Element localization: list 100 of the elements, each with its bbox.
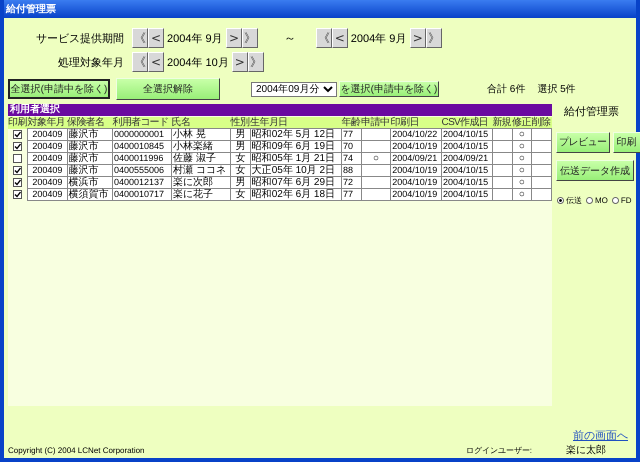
table-cell: 200409 bbox=[32, 129, 62, 139]
previous-button[interactable]: < bbox=[332, 28, 348, 48]
table-cell: 昭和02年 5月 12日 bbox=[252, 129, 336, 140]
table-cell: 2004/09/21 bbox=[443, 153, 488, 163]
panel-title: 利用者選択 bbox=[8, 104, 552, 116]
table-cell: 2004/10/19 bbox=[392, 141, 438, 151]
table-cell: 2004/10/15 bbox=[443, 141, 488, 151]
table-cell: 0000000001 bbox=[114, 129, 164, 139]
table-cell: 昭和05年 1月 21日 bbox=[252, 153, 336, 164]
table-cell: 2004/10/22 bbox=[392, 129, 438, 139]
total-count: 合計 6件 bbox=[487, 82, 526, 96]
table-cell: 佐藤 淑子 bbox=[173, 153, 216, 164]
last-button[interactable]: 》 bbox=[242, 28, 258, 48]
table-cell: ○ bbox=[518, 153, 525, 164]
table-cell: 200409 bbox=[32, 141, 62, 151]
select-all-button[interactable]: 全選択(申請中を除く) bbox=[8, 79, 110, 99]
previous-button[interactable]: < bbox=[148, 52, 164, 72]
radio-label: 伝送 bbox=[566, 195, 582, 206]
table-cell: 0400011996 bbox=[114, 153, 164, 163]
table-cell: 0400555006 bbox=[114, 165, 164, 175]
next-button[interactable]: > bbox=[232, 52, 248, 72]
table-cell: ○ bbox=[518, 177, 525, 188]
table-cell: 0400010845 bbox=[114, 141, 164, 151]
column-header: 氏名 bbox=[172, 117, 231, 128]
print-button[interactable]: 印刷 bbox=[612, 132, 640, 152]
column-header: 利用者コード bbox=[112, 117, 172, 128]
table-cell: 77 bbox=[343, 129, 354, 139]
table-cell: 70 bbox=[343, 141, 354, 151]
table-cell: ○ bbox=[518, 129, 525, 140]
month-value: 2004年 9月 bbox=[350, 32, 408, 46]
table-cell: 男 bbox=[235, 129, 246, 140]
month-value: 2004年 9月 bbox=[166, 32, 224, 46]
table-cell: 2004/10/15 bbox=[443, 165, 488, 175]
table-cell: 楽に次郎 bbox=[173, 177, 214, 188]
table-cell: 74 bbox=[343, 153, 354, 163]
table-cell: 0400010717 bbox=[114, 189, 164, 199]
next-button[interactable]: > bbox=[410, 28, 426, 48]
column-header: 保険者名 bbox=[67, 117, 112, 128]
window-title: 給付管理票 bbox=[4, 0, 636, 18]
table-cell: 横須賀市 bbox=[68, 189, 109, 200]
radio-label: MO bbox=[595, 196, 608, 205]
previous-button[interactable]: < bbox=[148, 28, 164, 48]
transmit-data-button[interactable]: 伝送データ作成 bbox=[556, 160, 634, 181]
table-cell: 楽に花子 bbox=[173, 189, 214, 200]
table-cell: 男 bbox=[235, 177, 246, 188]
table-cell: 藤沢市 bbox=[68, 129, 99, 140]
table-cell: 77 bbox=[343, 189, 354, 199]
column-header: 申請中 bbox=[361, 117, 391, 128]
table-cell: ○ bbox=[372, 153, 379, 164]
range-separator: ～ bbox=[282, 30, 297, 46]
month-value: 2004年 10月 bbox=[166, 56, 230, 70]
table-cell: 72 bbox=[343, 177, 354, 187]
table-cell: 横浜市 bbox=[68, 177, 99, 188]
side-title: 給付管理票 bbox=[563, 105, 620, 119]
table-cell: ○ bbox=[518, 141, 525, 152]
table-cell: 2004/10/19 bbox=[392, 189, 438, 199]
table-cell: ○ bbox=[518, 165, 525, 176]
table-cell: 小林楽緒 bbox=[173, 141, 214, 152]
first-button[interactable]: 《 bbox=[132, 28, 148, 48]
clear-selection-button[interactable]: 全選択解除 bbox=[116, 78, 220, 100]
table-cell: 2004/10/19 bbox=[392, 177, 438, 187]
column-header: 生年月日 bbox=[250, 117, 342, 128]
preview-button[interactable]: プレビュー bbox=[556, 132, 610, 152]
table-cell: 200409 bbox=[32, 189, 62, 199]
table-cell: 2004/10/15 bbox=[443, 189, 488, 199]
next-button[interactable]: > bbox=[226, 28, 242, 48]
month-dropdown[interactable]: 2004年09月分 bbox=[251, 82, 337, 96]
table-cell: 小林 晃 bbox=[173, 129, 206, 140]
period-label: サービス提供期間 bbox=[35, 32, 124, 46]
select-month-button[interactable]: を選択(申請中を除く) bbox=[339, 81, 439, 97]
login-user: 楽に太郎 bbox=[566, 444, 606, 457]
column-header: 印刷 bbox=[8, 117, 28, 128]
table-cell: 2004/10/15 bbox=[443, 129, 488, 139]
column-header: 修正 bbox=[512, 117, 532, 128]
table-cell: 200409 bbox=[32, 153, 62, 163]
table-cell: 200409 bbox=[32, 177, 62, 187]
first-button[interactable]: 《 bbox=[132, 52, 148, 72]
back-link[interactable]: 前の画面へ bbox=[573, 428, 628, 443]
table-cell: 藤沢市 bbox=[68, 165, 99, 176]
column-header: 新規 bbox=[492, 117, 512, 128]
last-button[interactable]: 》 bbox=[426, 28, 442, 48]
table-cell: 200409 bbox=[32, 165, 62, 175]
login-label: ログインユーザー: bbox=[466, 444, 532, 456]
table-cell: 村瀬 ココネ bbox=[173, 165, 226, 176]
processing-month-label: 処理対象年月 bbox=[57, 56, 124, 70]
table-cell: 2004/10/19 bbox=[392, 165, 438, 175]
last-button[interactable]: 》 bbox=[248, 52, 264, 72]
table-cell: 昭和09年 6月 19日 bbox=[252, 141, 336, 152]
table-cell: ○ bbox=[518, 189, 525, 200]
first-button[interactable]: 《 bbox=[316, 28, 332, 48]
table-cell: 女 bbox=[235, 153, 246, 164]
table-cell: 男 bbox=[235, 141, 246, 152]
copyright-text: Copyright (C) 2004 LCNet Corporation bbox=[8, 446, 145, 454]
table-cell: 昭和07年 6月 29日 bbox=[252, 177, 336, 188]
table-cell: 大正05年 10月 2日 bbox=[252, 165, 336, 176]
table-cell: 88 bbox=[343, 165, 354, 175]
table-cell: 2004/09/21 bbox=[392, 153, 438, 163]
table-cell: 女 bbox=[235, 189, 246, 200]
selected-count: 選択 5件 bbox=[537, 83, 576, 96]
table-cell: 0400012137 bbox=[114, 177, 164, 187]
